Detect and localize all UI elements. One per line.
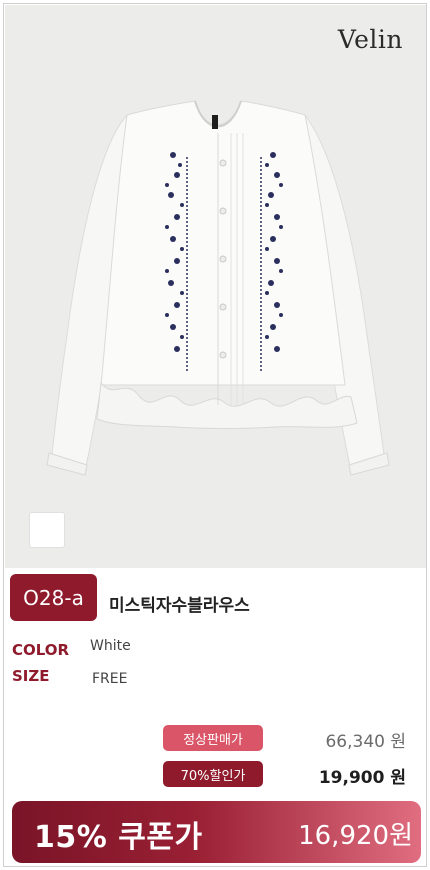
product-card[interactable]: Velin O28-a 미스틱자수블라우스 COLOR White SIZE F… bbox=[3, 3, 427, 867]
color-swatch-white[interactable] bbox=[30, 513, 64, 547]
regular-price: 66,340 원 bbox=[325, 732, 406, 752]
product-code-badge: O28-a bbox=[10, 574, 97, 621]
size-label: SIZE bbox=[12, 667, 50, 685]
product-name[interactable]: 미스틱자수블라우스 bbox=[109, 591, 250, 616]
brand-logo: Velin bbox=[337, 25, 403, 54]
coupon-label: 15% 쿠폰가 bbox=[34, 820, 203, 855]
coupon-bar[interactable]: 15% 쿠폰가 16,920원 bbox=[12, 801, 421, 863]
regular-price-tag: 정상판매가 bbox=[163, 725, 263, 751]
color-label: COLOR bbox=[12, 641, 70, 659]
coupon-price: 16,920원 bbox=[298, 821, 413, 851]
sale-price-tag: 70%할인가 bbox=[163, 761, 263, 787]
sale-price: 19,900 원 bbox=[318, 768, 406, 788]
color-value: White bbox=[90, 638, 131, 654]
size-value: FREE bbox=[92, 671, 128, 687]
blouse-image bbox=[46, 100, 390, 476]
product-photo[interactable]: Velin bbox=[5, 5, 426, 568]
